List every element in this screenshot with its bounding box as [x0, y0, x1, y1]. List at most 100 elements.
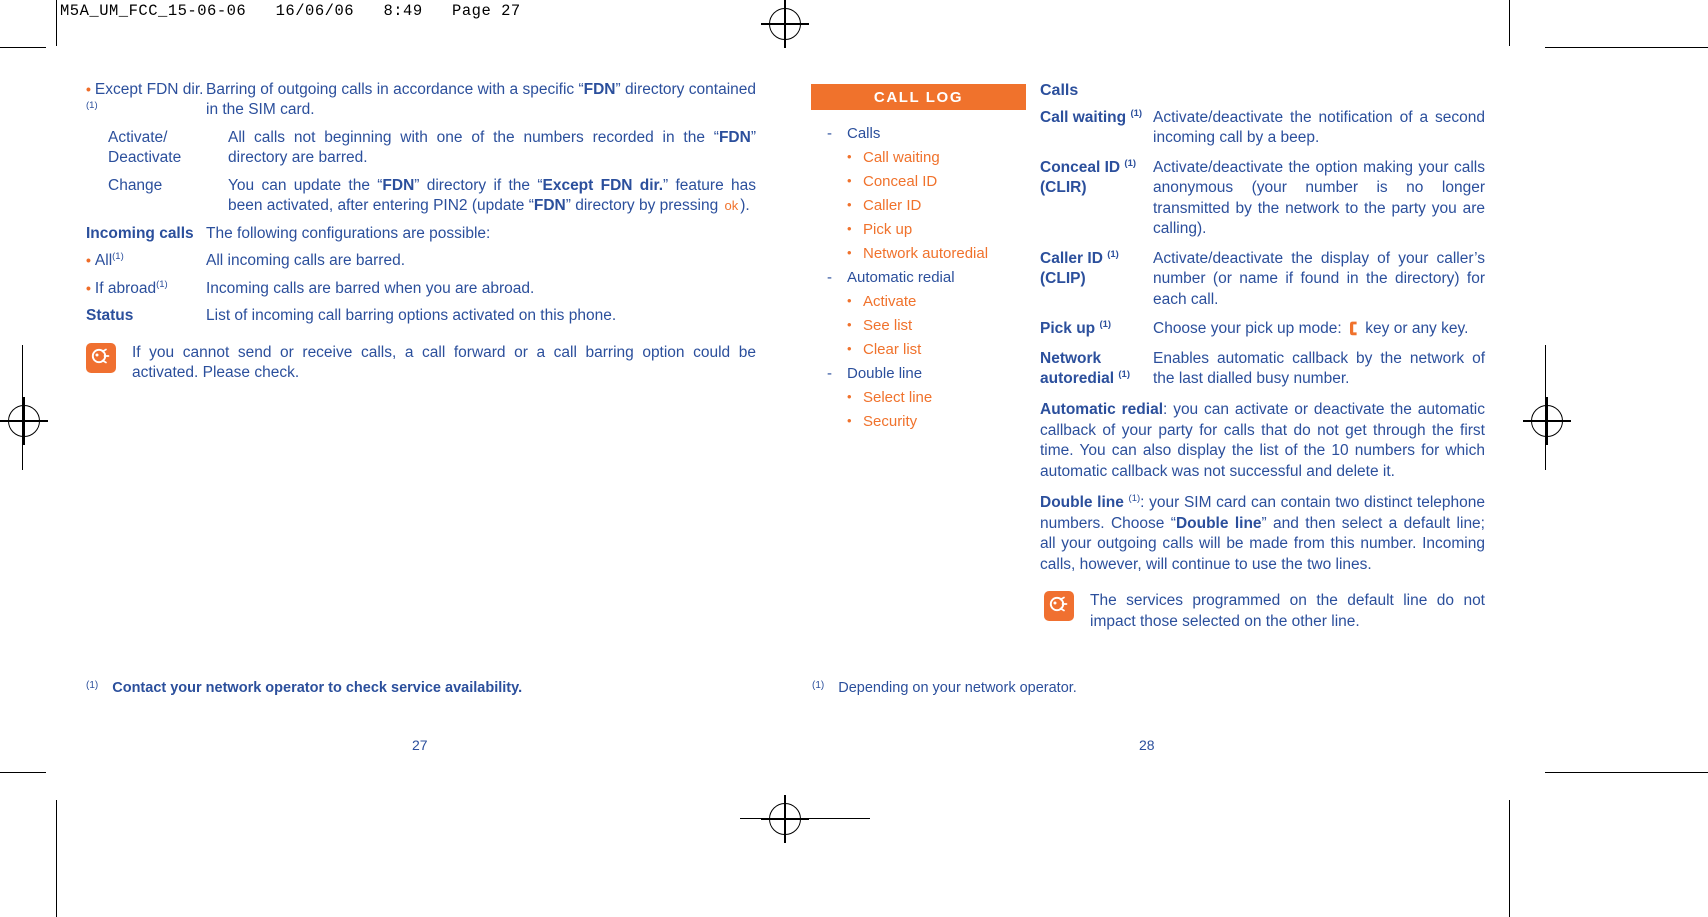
tree-bullet-icon: • — [847, 149, 852, 164]
body-paragraph: Double line (1): your SIM card can conta… — [1040, 493, 1486, 573]
definition-description: Choose your pick up mode: key or any key… — [1153, 320, 1469, 338]
menu-leaf-label: Pick up — [863, 221, 913, 238]
definition-row: Network autoredial (1) Enables automatic … — [1040, 349, 1485, 390]
note-box-right: The services programmed on the default l… — [1044, 591, 1485, 632]
menu-leaf: • Activate — [811, 292, 1026, 312]
menu-leaf-label: Security — [863, 413, 918, 430]
body-paragraph: Automatic redial: you can activate or de… — [1040, 401, 1485, 480]
note-text-left: If you cannot send or receive calls, a c… — [132, 343, 756, 381]
left-page-rows: • Except FDN dir.(1) Barring of outgoing c… — [86, 80, 756, 327]
menu-node: - Calls — [811, 124, 1026, 144]
right-page-column: Calls Call waiting (1) Activate/deactivat… — [1040, 82, 1485, 632]
menu-leaf-label: Conceal ID — [863, 173, 938, 190]
definition-row: Caller ID (1) (CLIP) Activate/deactivate t… — [1040, 249, 1485, 310]
crop-mark-top-right-vertical — [1509, 0, 1511, 46]
definition-row: Pick up (1) Choose your pick up mode: key… — [1040, 319, 1485, 339]
definition-term: Activate/ Deactivate — [108, 128, 182, 167]
footnote-ref: (1) — [1107, 248, 1119, 260]
manual-page-spread: M5A_UM_FCC_15-06-06 16/06/06 8:49 Page 2… — [0, 0, 1708, 917]
definition-row: Incoming calls The following configuratio… — [86, 224, 756, 244]
bullet-icon: • — [86, 252, 91, 269]
registration-mark-right — [1523, 397, 1571, 445]
definition-row: Call waiting (1) Activate/deactivate the … — [1040, 108, 1485, 149]
menu-leaf-label: See list — [863, 317, 913, 334]
definition-term: • All(1) — [86, 251, 124, 270]
call-log-title: CALL LOG — [873, 88, 964, 106]
footnote-mark-right: (1) — [812, 680, 825, 691]
footnote-ref: (1) — [1128, 493, 1141, 505]
definition-row: Change You can update the “FDN” directory… — [86, 176, 756, 217]
tree-dash-icon: - — [827, 269, 832, 286]
footnote-left: (1) Contact your network operator to che… — [86, 680, 726, 696]
menu-leaf: • Select line — [811, 388, 1026, 408]
definition-term: Conceal ID (1) (CLIR) — [1040, 157, 1137, 197]
registration-mark-bottom-center — [761, 795, 809, 843]
footnote-ref: (1) — [86, 100, 98, 112]
definition-row: Activate/ Deactivate All calls not beginn… — [86, 128, 756, 169]
tree-bullet-icon: • — [847, 221, 852, 236]
definition-description: Enables automatic callback by the networ… — [1153, 349, 1485, 387]
call-log-menu-tree: - Calls • Call waiting • Conceal ID • Caller ID… — [811, 124, 1026, 432]
definition-term: Pick up (1) — [1040, 319, 1112, 338]
definition-description: Incoming calls are barred when you are a… — [206, 279, 535, 297]
menu-node-label: Calls — [847, 125, 881, 142]
definition-term: Caller ID (1) (CLIP) — [1040, 248, 1119, 288]
left-page-column: • Except FDN dir.(1) Barring of outgoing c… — [86, 80, 756, 383]
crop-mark-bottom-right-horizontal — [1545, 772, 1708, 774]
menu-leaf-label: Network autoredial — [863, 245, 989, 262]
crop-mark-bottom-left-horizontal — [0, 772, 46, 774]
tree-bullet-icon: • — [847, 293, 852, 308]
definition-term: • If abroad(1) — [86, 278, 168, 297]
call-log-column: CALL LOG - Calls • Call waiting • Conceal ID •… — [811, 84, 1026, 436]
crop-mark-top-left-horizontal — [0, 47, 46, 49]
tree-dash-icon: - — [827, 125, 832, 142]
footnote-ref: (1) — [1124, 157, 1137, 169]
definition-term: Incoming calls — [86, 224, 194, 242]
definition-row: • All(1) All incoming calls are barred. — [86, 251, 756, 271]
footnote-ref: (1) — [1118, 368, 1131, 380]
menu-leaf-label: Activate — [863, 293, 917, 310]
tree-bullet-icon: • — [847, 197, 852, 212]
page-number-left: 27 — [412, 737, 428, 753]
footnote-text-left: Contact your network operator to check s… — [112, 680, 523, 696]
registration-mark-left — [0, 397, 48, 445]
right-page-paragraphs: Automatic redial: you can activate or de… — [1040, 400, 1485, 575]
page-number-right: 28 — [1139, 737, 1155, 753]
menu-leaf-label: Call waiting — [863, 149, 940, 166]
menu-leaf: • See list — [811, 316, 1026, 336]
menu-leaf: • Conceal ID — [811, 172, 1026, 192]
tip-bulb-icon — [86, 342, 116, 373]
menu-node-label: Automatic redial — [847, 269, 955, 286]
crop-mark-bottom-left-vertical — [56, 800, 58, 917]
menu-leaf: • Caller ID — [811, 196, 1026, 216]
menu-leaf: • Pick up — [811, 220, 1026, 240]
crop-mark-top-left-vertical — [56, 0, 58, 46]
definition-term: Change — [108, 176, 163, 194]
bullet-icon: • — [86, 81, 91, 97]
crop-mark-top-right-horizontal — [1545, 47, 1708, 49]
note-text-right: The services programmed on the default l… — [1090, 592, 1485, 630]
menu-leaf: • Call waiting — [811, 148, 1026, 168]
crop-mark-bottom-right-vertical — [1509, 800, 1511, 917]
footnote-ref: (1) — [156, 278, 168, 290]
menu-leaf-label: Clear list — [863, 341, 922, 358]
tree-bullet-icon: • — [847, 173, 852, 188]
tree-bullet-icon: • — [847, 245, 852, 260]
menu-node: - Double line — [811, 364, 1026, 384]
print-slug-header: M5A_UM_FCC_15-06-06 16/06/06 8:49 Page 2… — [60, 2, 521, 20]
definition-row: Conceal ID (1) (CLIR) Activate/deactivate … — [1040, 158, 1485, 240]
right-page-rows: Call waiting (1) Activate/deactivate the … — [1040, 108, 1485, 389]
definition-description: Activate/deactivate the display of your … — [1153, 249, 1485, 308]
definition-term: Status — [86, 307, 134, 325]
tree-bullet-icon: • — [847, 317, 852, 332]
footnote-ref: (1) — [1130, 108, 1143, 119]
registration-mark-top-center — [761, 0, 809, 48]
footnote-mark-left: (1) — [86, 680, 99, 691]
footnote-ref: (1) — [112, 251, 124, 263]
menu-leaf: • Security — [811, 412, 1026, 432]
definition-description: All calls not beginning with one of the … — [228, 128, 756, 167]
footnote-text-right: Depending on your network operator. — [838, 680, 1077, 696]
tip-bulb-icon — [1044, 591, 1074, 622]
right-page-heading: Calls — [1040, 82, 1079, 99]
footnote-ref: (1) — [1099, 319, 1112, 331]
